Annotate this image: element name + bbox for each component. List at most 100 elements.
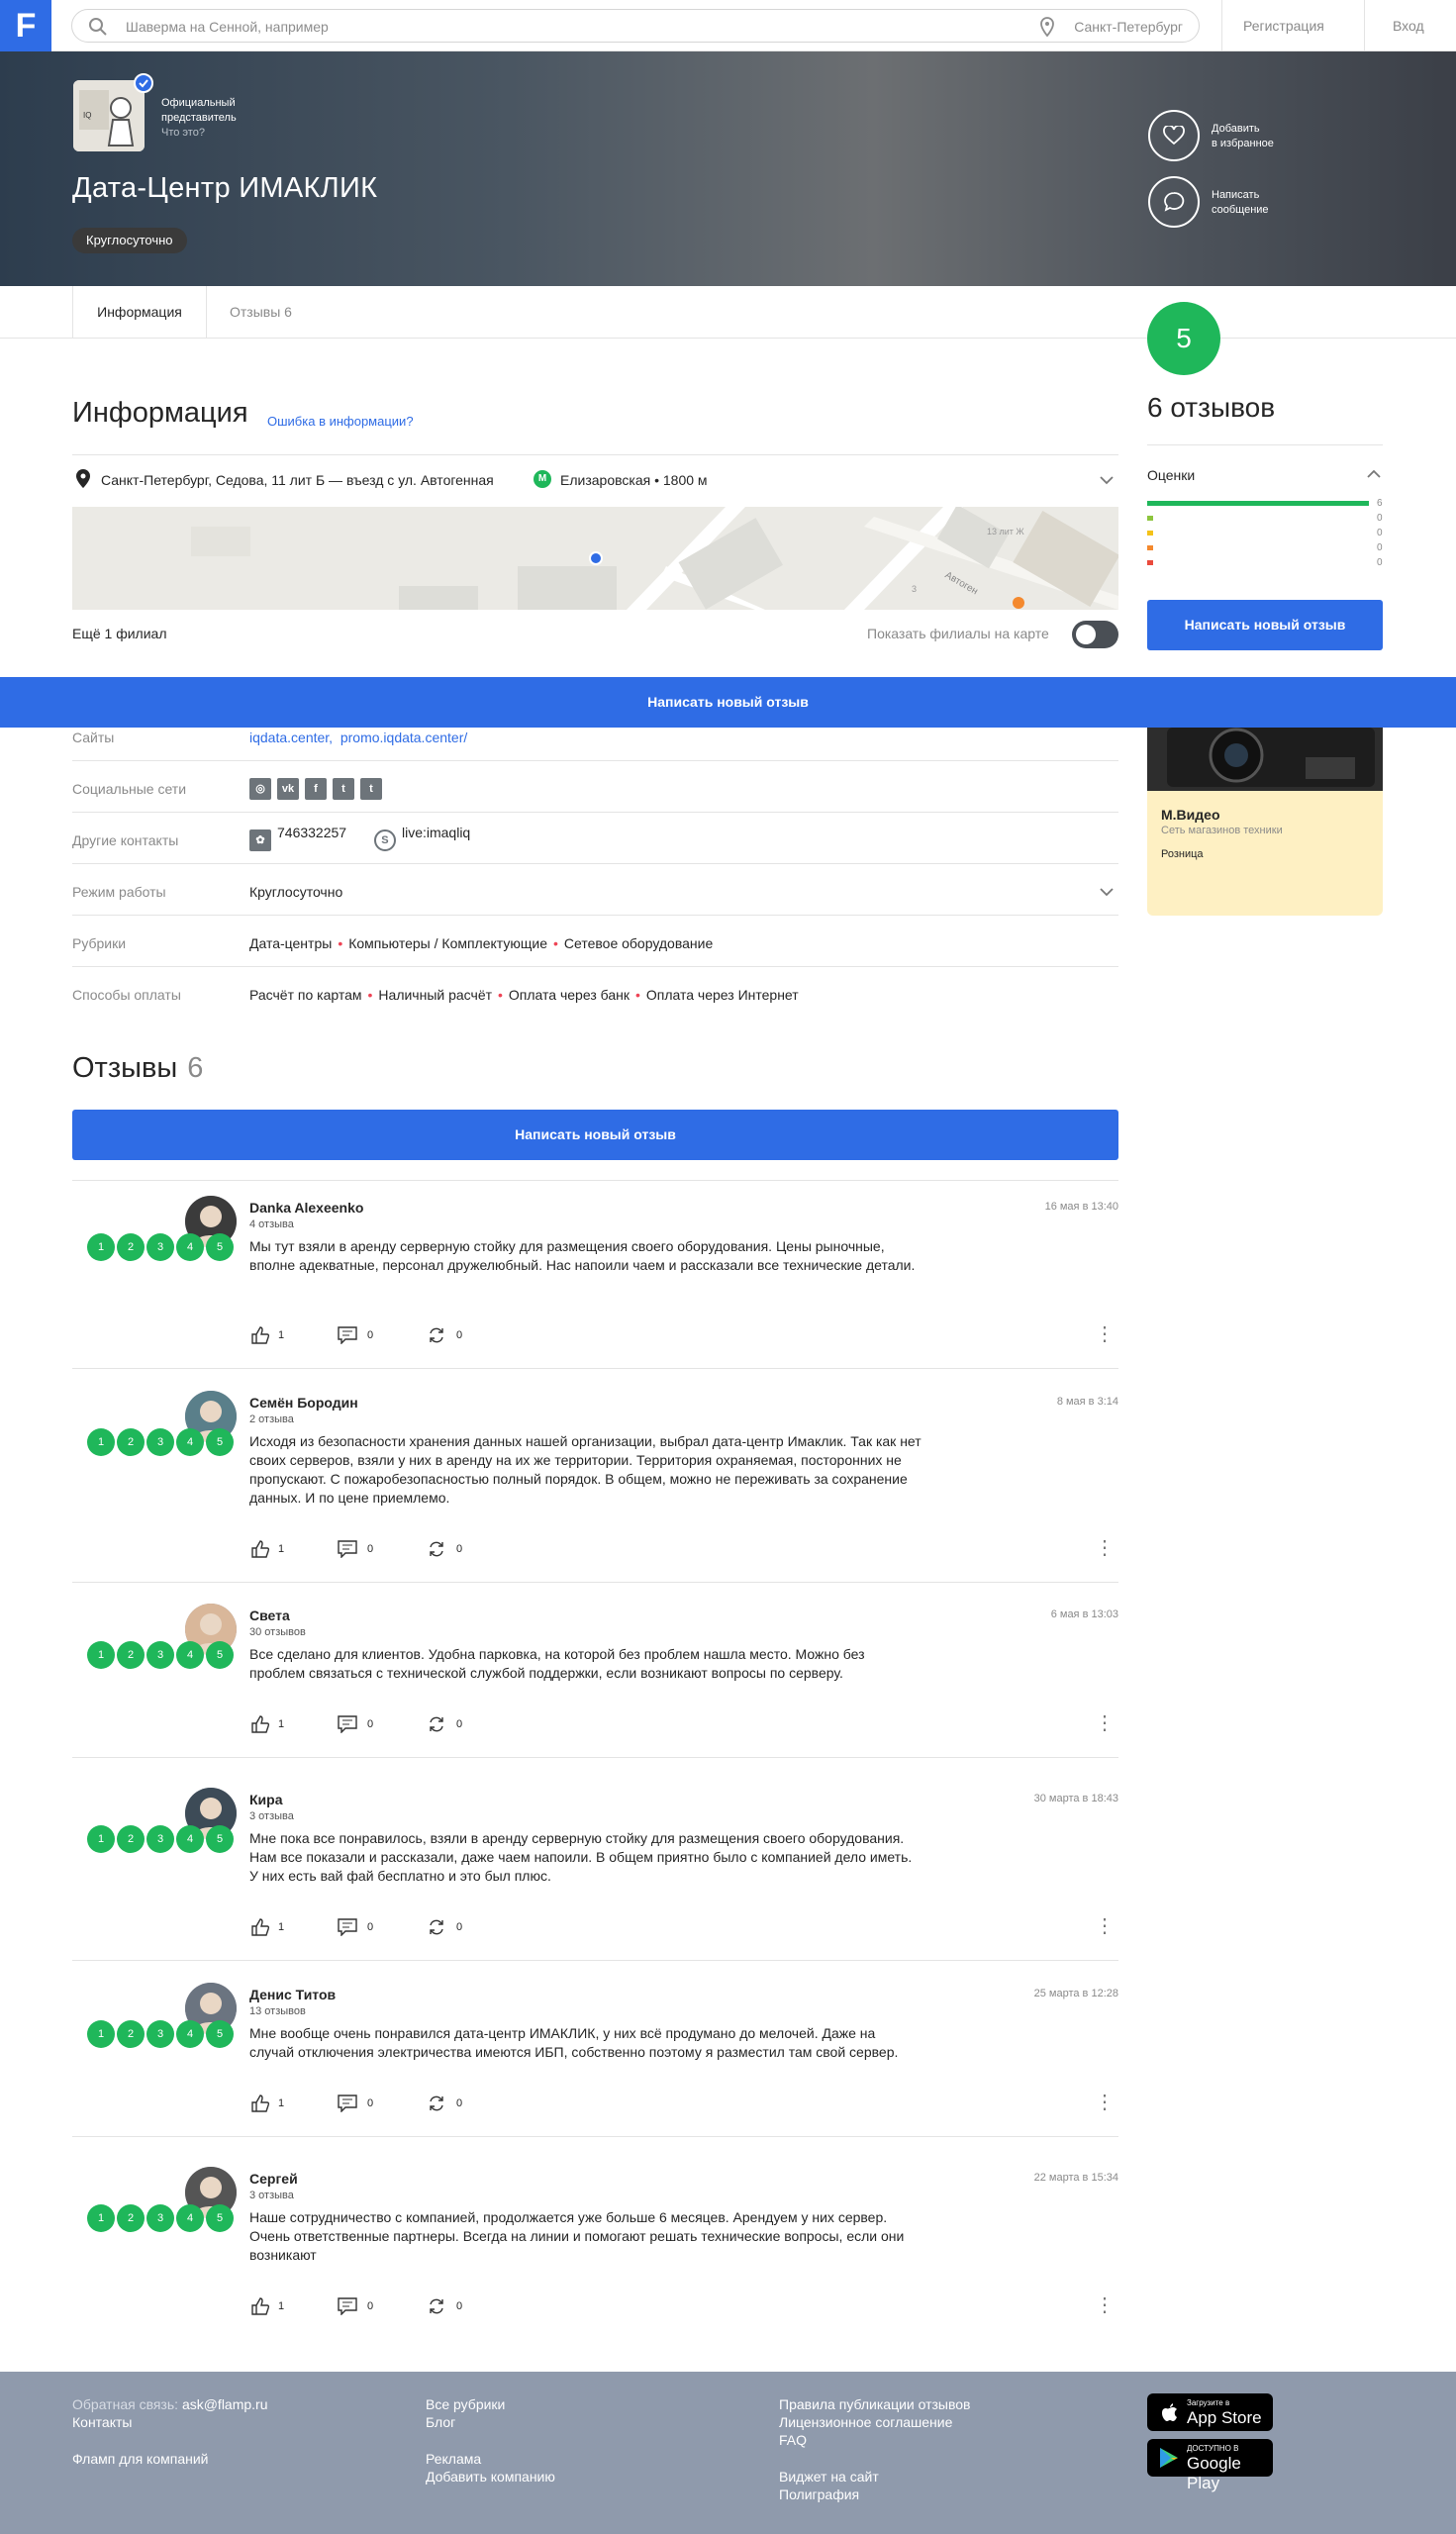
rubric-link[interactable]: Компьютеры / Комплектующие	[348, 935, 547, 951]
share-icon[interactable]	[427, 1918, 446, 1936]
comment-icon[interactable]	[338, 1715, 357, 1733]
contacts-link[interactable]: Контакты	[72, 2413, 132, 2431]
tab-reviews[interactable]: Отзывы 6	[230, 286, 292, 339]
share-icon[interactable]	[427, 1326, 446, 1344]
review-date: 6 мая в 13:03	[1050, 1608, 1118, 1620]
more-options-icon[interactable]: ⋮	[1095, 1324, 1115, 1344]
reviewer-name[interactable]: Сергей	[249, 2171, 298, 2187]
ads-link[interactable]: Реклама	[426, 2450, 481, 2468]
reviewer-name[interactable]: Кира	[249, 1792, 283, 1807]
reviewer-name[interactable]: Семён Бородин	[249, 1395, 358, 1411]
share-icon[interactable]	[427, 2297, 446, 2315]
chevron-up-icon[interactable]	[1367, 469, 1381, 478]
add-company-link[interactable]: Добавить компанию	[426, 2468, 555, 2485]
instagram-icon[interactable]: ◎	[249, 778, 271, 800]
share-count: 0	[456, 2097, 463, 2109]
app-store-button[interactable]: Загрузите в App Store	[1147, 2393, 1273, 2431]
more-options-icon[interactable]: ⋮	[1095, 1916, 1115, 1936]
share-icon[interactable]	[427, 1715, 446, 1733]
write-review-button[interactable]: Написать новый отзыв	[72, 1110, 1118, 1160]
rating-star: 5	[206, 1428, 234, 1456]
rubric-link[interactable]: Сетевое оборудование	[564, 935, 713, 951]
rating-star: 3	[146, 2020, 174, 2048]
reviews-heading: Отзывы 6	[72, 1052, 204, 1084]
rating-star: 2	[117, 1641, 145, 1669]
contacts-value: ✿ 746332257 Slive:imaqliq	[249, 825, 470, 851]
review-text: Мне пока все понравилось, взяли в аренду…	[249, 1830, 913, 1884]
widget-link[interactable]: Виджет на сайт	[779, 2468, 879, 2485]
city-selector[interactable]: Санкт-Петербург	[1074, 19, 1183, 35]
more-options-icon[interactable]: ⋮	[1095, 2295, 1115, 2315]
ad-block[interactable]: М.Видео Сеть магазинов техники Розница	[1147, 728, 1383, 916]
site-link[interactable]: promo.iqdata.center/	[340, 730, 467, 745]
google-play-button[interactable]: ДОСТУПНО В Google Play	[1147, 2439, 1273, 2492]
login-link[interactable]: Вход	[1393, 18, 1424, 34]
skype-id[interactable]: live:imaqliq	[402, 825, 470, 840]
facebook-icon[interactable]: f	[305, 778, 327, 800]
message-button[interactable]	[1148, 176, 1200, 228]
reviewer-name[interactable]: Денис Титов	[249, 1987, 336, 2002]
comment-icon[interactable]	[338, 2297, 357, 2315]
all-rubrics-link[interactable]: Все рубрики	[426, 2395, 505, 2413]
rating-star: 4	[176, 2020, 204, 2048]
review-card: Денис Титов 13 отзывов 25 марта в 12:28 …	[72, 1983, 1118, 2137]
license-link[interactable]: Лицензионное соглашение	[779, 2413, 952, 2431]
twitter-icon[interactable]: t	[333, 778, 354, 800]
reviewer-review-count: 30 отзывов	[249, 1626, 306, 1638]
what-is-this-link[interactable]: Что это?	[161, 126, 237, 141]
like-icon[interactable]	[250, 1917, 270, 1937]
rating-star: 3	[146, 1233, 174, 1261]
comment-icon[interactable]	[338, 1540, 357, 1558]
favorite-label[interactable]: Добавить в избранное	[1212, 122, 1274, 151]
like-icon[interactable]	[250, 1325, 270, 1345]
write-review-button[interactable]: Написать новый отзыв	[1147, 600, 1383, 650]
chevron-down-icon[interactable]	[1100, 888, 1114, 897]
like-icon[interactable]	[250, 2296, 270, 2316]
divider	[72, 1960, 1118, 1961]
map[interactable]: 13 лит Ж Автоген 3	[72, 507, 1118, 610]
show-branches-toggle[interactable]	[1072, 621, 1118, 648]
rating-star: 5	[206, 2204, 234, 2232]
favorite-button[interactable]	[1148, 110, 1200, 161]
print-link[interactable]: Полиграфия	[779, 2485, 859, 2503]
sticky-write-review-button[interactable]: Написать новый отзыв	[0, 677, 1456, 728]
site-link[interactable]: iqdata.center,	[249, 730, 333, 745]
tab-info[interactable]: Информация	[72, 286, 207, 339]
like-icon[interactable]	[250, 1714, 270, 1734]
reviewer-name[interactable]: Danka Alexeenko	[249, 1200, 363, 1216]
rubric-link[interactable]: Дата-центры	[249, 935, 332, 951]
search-input[interactable]: Шаверма на Сенной, например	[126, 19, 329, 35]
message-label[interactable]: Написать сообщение	[1212, 188, 1269, 218]
feedback-email-link[interactable]: ask@flamp.ru	[182, 2396, 268, 2412]
blog-link[interactable]: Блог	[426, 2413, 455, 2431]
more-options-icon[interactable]: ⋮	[1095, 1538, 1115, 1558]
report-error-link[interactable]: Ошибка в информации?	[267, 414, 414, 429]
comment-icon[interactable]	[338, 2095, 357, 2112]
review-rating: 12345	[87, 1641, 236, 1669]
chevron-down-icon[interactable]	[1100, 476, 1114, 485]
more-branches-link[interactable]: Ещё 1 филиал	[72, 626, 167, 641]
share-icon[interactable]	[427, 1540, 446, 1558]
more-options-icon[interactable]: ⋮	[1095, 2093, 1115, 2112]
divider	[72, 915, 1118, 916]
register-link[interactable]: Регистрация	[1243, 18, 1324, 34]
rating-star: 2	[117, 2020, 145, 2048]
business-link[interactable]: Фламп для компаний	[72, 2450, 208, 2468]
comment-icon[interactable]	[338, 1918, 357, 1936]
ad-tag: Розница	[1161, 848, 1204, 860]
rules-link[interactable]: Правила публикации отзывов	[779, 2395, 971, 2413]
faq-link[interactable]: FAQ	[779, 2431, 807, 2449]
rating-star: 3	[146, 1825, 174, 1853]
rating-star: 4	[176, 1825, 204, 1853]
comment-icon[interactable]	[338, 1326, 357, 1344]
like-icon[interactable]	[250, 2094, 270, 2113]
twitter-icon[interactable]: t	[360, 778, 382, 800]
more-options-icon[interactable]: ⋮	[1095, 1713, 1115, 1733]
search-bar[interactable]: Шаверма на Сенной, например Санкт-Петерб…	[71, 9, 1200, 43]
vk-icon[interactable]: vk	[277, 778, 299, 800]
flamp-logo[interactable]: F	[0, 0, 51, 51]
share-icon[interactable]	[427, 2095, 446, 2112]
reviewer-name[interactable]: Света	[249, 1608, 290, 1623]
icq-number[interactable]: 746332257	[277, 825, 346, 840]
like-icon[interactable]	[250, 1539, 270, 1559]
